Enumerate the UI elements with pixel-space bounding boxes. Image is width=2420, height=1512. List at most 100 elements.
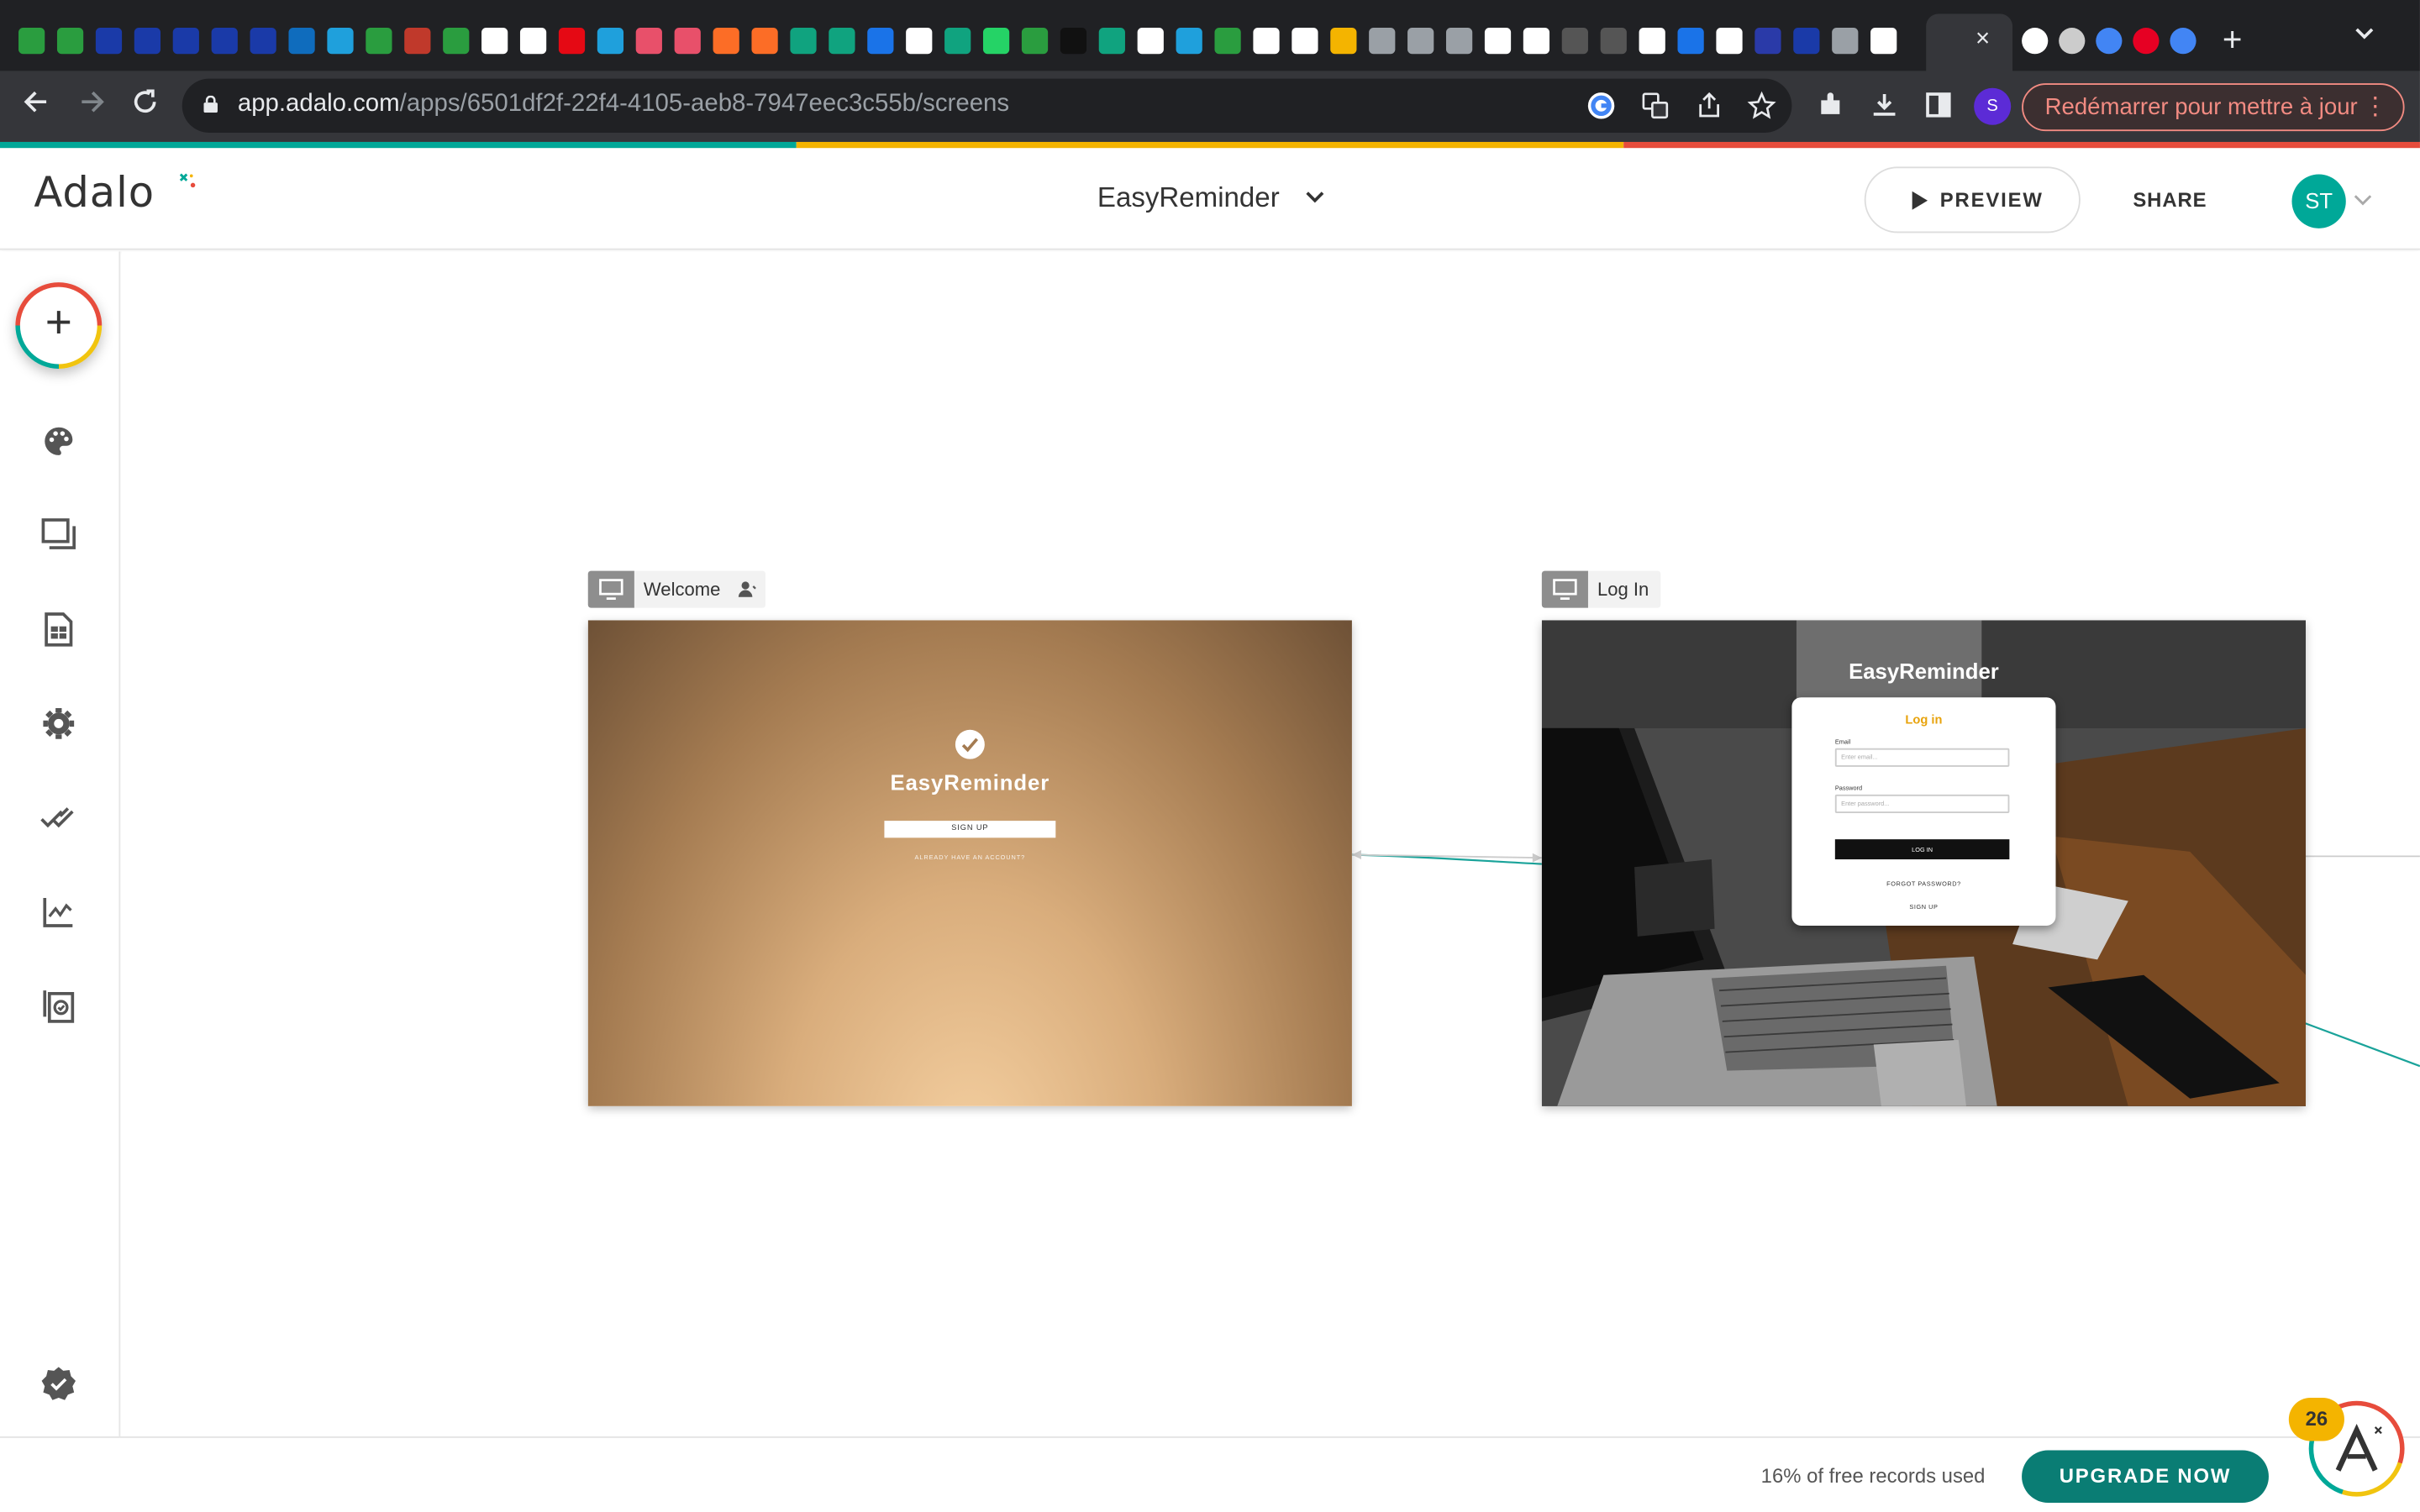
- address-bar[interactable]: app.adalo.com/apps/6501df2f-22f4-4105-ae…: [182, 78, 1792, 133]
- tab-favicon-icon[interactable]: [18, 28, 45, 55]
- tab-favicon-icon[interactable]: [2022, 28, 2049, 55]
- signup-link[interactable]: SIGN UP: [1791, 902, 2055, 910]
- translate-icon[interactable]: [1640, 91, 1670, 120]
- extensions-icon[interactable]: [1817, 91, 1844, 118]
- tab-favicon-icon[interactable]: [1523, 28, 1550, 55]
- side-panel-icon[interactable]: [1924, 91, 1952, 118]
- tab-favicon-icon[interactable]: [366, 28, 392, 55]
- tab-favicon-icon[interactable]: [1870, 28, 1897, 55]
- user-avatar[interactable]: ST: [2291, 174, 2346, 228]
- tab-favicon-icon[interactable]: [1098, 28, 1125, 55]
- notification-count-badge[interactable]: 26: [2288, 1398, 2344, 1441]
- reload-icon[interactable]: [129, 87, 160, 118]
- login-button[interactable]: LOG IN: [1834, 839, 2010, 860]
- tab-favicon-icon[interactable]: [1060, 28, 1087, 55]
- password-field[interactable]: Enter password...: [1834, 794, 2010, 813]
- forgot-password-link[interactable]: FORGOT PASSWORD?: [1791, 879, 2055, 887]
- tab-favicon-icon[interactable]: [558, 28, 586, 55]
- chevron-down-icon[interactable]: [1302, 185, 1327, 209]
- tab-favicon-icon[interactable]: [1292, 28, 1318, 55]
- add-component-button[interactable]: +: [15, 282, 103, 369]
- bookmark-star-icon[interactable]: [1747, 91, 1776, 120]
- tab-favicon-icon[interactable]: [1832, 28, 1859, 55]
- tab-favicon-icon[interactable]: [906, 28, 933, 55]
- tab-favicon-icon[interactable]: [1176, 28, 1202, 55]
- tab-favicon-icon[interactable]: [56, 28, 84, 55]
- adalo-logo[interactable]: Adalo: [34, 170, 155, 218]
- back-icon[interactable]: [22, 87, 53, 118]
- share-button[interactable]: SHARE: [2133, 188, 2207, 212]
- tab-favicon-icon[interactable]: [1369, 28, 1396, 55]
- tab-favicon-icon[interactable]: [1484, 28, 1512, 55]
- palette-icon[interactable]: [40, 423, 77, 459]
- tab-favicon-icon[interactable]: [829, 28, 855, 55]
- preview-button[interactable]: PREVIEW: [1864, 166, 2081, 234]
- close-tab-icon[interactable]: ×: [1975, 24, 1990, 55]
- forward-icon[interactable]: [76, 87, 107, 118]
- analytics-icon[interactable]: [40, 893, 77, 930]
- welcome-signup-button[interactable]: SIGN UP: [884, 821, 1056, 838]
- tab-favicon-icon[interactable]: [2133, 28, 2160, 55]
- tab-favicon-icon[interactable]: [250, 28, 276, 55]
- tab-favicon-icon[interactable]: [1561, 28, 1588, 55]
- new-tab-button[interactable]: +: [2223, 21, 2243, 59]
- tab-favicon-icon[interactable]: [134, 28, 161, 55]
- restart-update-button[interactable]: Redémarrer pour mettre à jour ⋮: [2022, 83, 2405, 132]
- tab-favicon-icon[interactable]: [1754, 28, 1781, 55]
- tab-search-icon[interactable]: [2354, 26, 2375, 41]
- tab-favicon-icon[interactable]: [713, 28, 739, 55]
- tab-favicon-icon[interactable]: [867, 28, 894, 55]
- tab-favicon-icon[interactable]: [288, 28, 315, 55]
- menu-dots-icon[interactable]: ⋮: [2363, 85, 2387, 129]
- login-screen-frame[interactable]: EasyReminder Log in Email Enter email...…: [1541, 620, 2307, 1106]
- tab-favicon-icon[interactable]: [1639, 28, 1665, 55]
- tab-favicon-icon[interactable]: [481, 28, 508, 55]
- tab-favicon-icon[interactable]: [1137, 28, 1164, 55]
- tab-favicon-icon[interactable]: [1253, 28, 1280, 55]
- google-icon[interactable]: [1586, 91, 1616, 120]
- screen-label-welcome[interactable]: Welcome: [587, 570, 766, 608]
- welcome-screen-frame[interactable]: EasyReminder SIGN UP ALREADY HAVE AN ACC…: [587, 620, 1352, 1106]
- app-name[interactable]: EasyReminder: [1097, 182, 1280, 215]
- tab-favicon-icon[interactable]: [2170, 28, 2196, 55]
- screens-icon[interactable]: [40, 517, 77, 554]
- tab-favicon-icon[interactable]: [597, 28, 624, 55]
- profile-avatar[interactable]: S: [1974, 87, 2012, 125]
- tab-favicon-icon[interactable]: [2059, 28, 2086, 55]
- tab-favicon-icon[interactable]: [443, 28, 470, 55]
- upgrade-now-button[interactable]: UPGRADE NOW: [2022, 1450, 2269, 1503]
- tab-favicon-icon[interactable]: [1021, 28, 1049, 55]
- share-icon[interactable]: [1695, 91, 1724, 120]
- tab-favicon-icon[interactable]: [674, 28, 701, 55]
- tab-favicon-icon[interactable]: [1407, 28, 1434, 55]
- tab-favicon-icon[interactable]: [944, 28, 971, 55]
- database-icon[interactable]: [40, 611, 77, 648]
- tab-favicon-icon[interactable]: [1716, 28, 1743, 55]
- active-tab[interactable]: [1926, 13, 2013, 71]
- tab-favicon-icon[interactable]: [1677, 28, 1704, 55]
- publish-icon[interactable]: [40, 799, 77, 836]
- version-icon[interactable]: [40, 987, 77, 1024]
- tab-favicon-icon[interactable]: [1330, 28, 1357, 55]
- screen-label-login[interactable]: Log In: [1541, 570, 1661, 608]
- screens-canvas[interactable]: Welcome EasyReminder SIGN UP ALREADY HAV…: [122, 251, 2420, 1436]
- tab-favicon-icon[interactable]: [404, 28, 431, 55]
- tab-favicon-icon[interactable]: [1793, 28, 1820, 55]
- tab-favicon-icon[interactable]: [211, 28, 238, 55]
- tab-favicon-icon[interactable]: [751, 28, 778, 55]
- tab-favicon-icon[interactable]: [1214, 28, 1241, 55]
- tab-favicon-icon[interactable]: [519, 28, 547, 55]
- tab-favicon-icon[interactable]: [2096, 28, 2123, 55]
- checklist-icon[interactable]: [40, 1365, 77, 1402]
- settings-icon[interactable]: [40, 705, 77, 742]
- welcome-login-link[interactable]: ALREADY HAVE AN ACCOUNT?: [588, 853, 1352, 861]
- tab-favicon-icon[interactable]: [790, 28, 817, 55]
- chevron-down-icon[interactable]: [2352, 190, 2374, 212]
- email-field[interactable]: Enter email...: [1834, 748, 2010, 767]
- tab-favicon-icon[interactable]: [1600, 28, 1627, 55]
- tab-favicon-icon[interactable]: [635, 28, 662, 55]
- tab-favicon-icon[interactable]: [982, 28, 1010, 55]
- download-icon[interactable]: [1870, 91, 1898, 118]
- tab-favicon-icon[interactable]: [1445, 28, 1473, 55]
- tab-favicon-icon[interactable]: [327, 28, 354, 55]
